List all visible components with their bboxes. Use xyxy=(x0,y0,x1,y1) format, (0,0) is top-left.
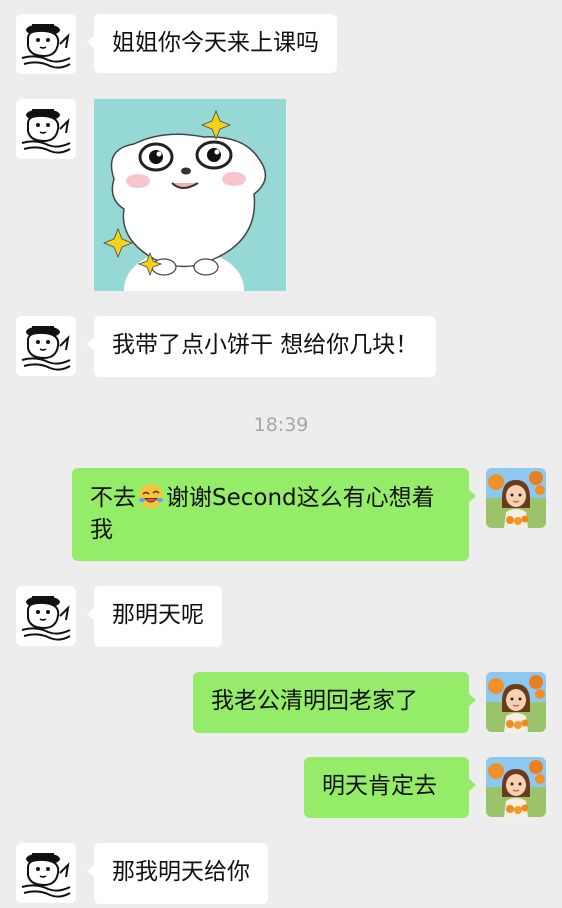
contact-avatar[interactable] xyxy=(16,586,76,646)
cartoon-dog-avatar-icon xyxy=(16,316,76,376)
my-avatar[interactable] xyxy=(486,757,546,817)
message-bubble-incoming[interactable]: 那我明天给你 xyxy=(87,843,268,904)
message-text: 姐姐你今天来上课吗 xyxy=(112,30,319,56)
message-bubble-incoming[interactable]: 我带了点小饼干 想给你几块！ xyxy=(86,316,437,377)
contact-avatar[interactable] xyxy=(16,316,76,376)
message-text: 我带了点小饼干 想给你几块！ xyxy=(112,332,419,358)
message-bubble-incoming[interactable]: 姐姐你今天来上课吗 xyxy=(87,14,337,73)
cartoon-dog-avatar-icon xyxy=(16,586,76,646)
my-avatar[interactable] xyxy=(486,672,546,732)
message-bubble-outgoing[interactable]: 不去 谢谢Second这么有心想着我 xyxy=(72,468,476,561)
cartoon-dog-avatar-icon xyxy=(16,99,76,159)
cartoon-dog-avatar-icon xyxy=(16,14,76,74)
message-bubble-outgoing[interactable]: 我老公清明回老家了 xyxy=(193,672,476,733)
my-avatar[interactable] xyxy=(486,468,546,528)
message-bubble-outgoing[interactable]: 明天肯定去 xyxy=(304,757,476,818)
puppy-sticker-icon xyxy=(94,99,286,291)
rofl-emoji-icon xyxy=(139,484,163,508)
cartoon-dog-avatar-icon xyxy=(16,843,76,903)
cartoon-girl-avatar-icon xyxy=(486,672,546,732)
sticker-message[interactable] xyxy=(94,99,286,291)
message-bubble-incoming[interactable]: 那明天呢 xyxy=(87,586,222,647)
contact-avatar[interactable] xyxy=(16,843,76,903)
message-text-before-emoji: 不去 xyxy=(90,485,136,511)
message-text: 那明天呢 xyxy=(112,602,204,628)
cartoon-girl-avatar-icon xyxy=(486,757,546,817)
contact-avatar[interactable] xyxy=(16,99,76,159)
message-timestamp: 18:39 xyxy=(253,414,309,436)
message-text: 那我明天给你 xyxy=(112,859,250,885)
contact-avatar[interactable] xyxy=(16,14,76,74)
message-text: 明天肯定去 xyxy=(322,773,437,799)
message-text: 我老公清明回老家了 xyxy=(211,688,418,714)
cartoon-girl-avatar-icon xyxy=(486,468,546,528)
